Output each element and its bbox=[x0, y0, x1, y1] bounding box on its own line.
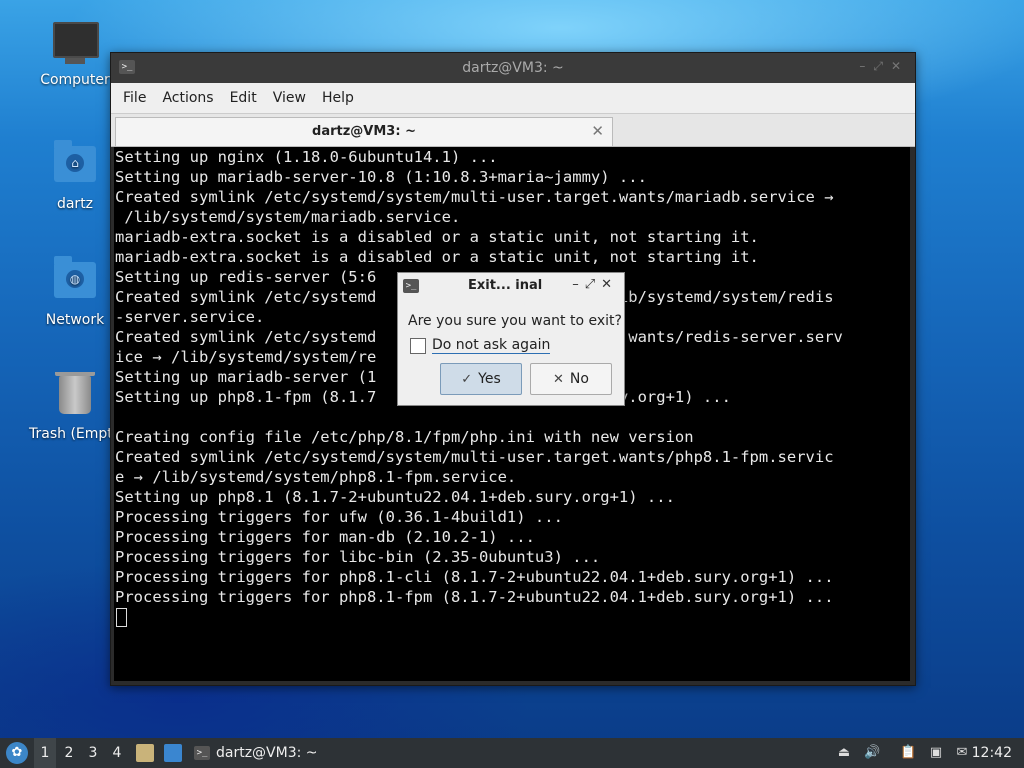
workspace-3[interactable]: 3 bbox=[82, 738, 104, 768]
menu-view[interactable]: View bbox=[265, 90, 314, 106]
terminal-line: Processing triggers for ufw (0.36.1-4bui… bbox=[115, 508, 563, 526]
menu-edit[interactable]: Edit bbox=[222, 90, 265, 106]
exit-dialog: >_ Exit... inal –⤢✕ Are you sure you wan… bbox=[397, 272, 625, 406]
terminal-line: e → /lib/systemd/system/php8.1-fpm.servi… bbox=[115, 468, 517, 486]
do-not-ask-checkbox[interactable]: Do not ask again bbox=[410, 337, 551, 354]
checkbox-box[interactable] bbox=[410, 337, 426, 354]
menu-help[interactable]: Help bbox=[314, 90, 362, 106]
close-icon[interactable]: ✕ bbox=[891, 59, 909, 73]
computer-icon bbox=[53, 22, 99, 66]
no-label: No bbox=[569, 371, 589, 387]
start-menu-icon[interactable]: ✿ bbox=[6, 742, 28, 764]
checkbox-label[interactable]: Do not ask again bbox=[432, 337, 551, 354]
dialog-titlebar[interactable]: >_ Exit... inal –⤢✕ bbox=[398, 273, 624, 299]
text-cursor bbox=[116, 608, 127, 627]
maximize-icon[interactable]: ⤢ bbox=[585, 277, 601, 292]
check-icon: ✓ bbox=[461, 371, 473, 387]
terminal-line: Processing triggers for libc-bin (2.35-0… bbox=[115, 548, 601, 566]
dialog-message: Are you sure you want to exit? bbox=[408, 313, 622, 329]
task-terminal[interactable]: >_ dartz@VM3: ~ bbox=[190, 738, 334, 768]
terminal-line: /lib/systemd/system/mariadb.service. bbox=[115, 208, 461, 226]
minimize-icon[interactable]: – bbox=[859, 59, 873, 73]
home-folder-icon: ⌂ bbox=[53, 140, 97, 190]
trash-icon bbox=[53, 372, 97, 420]
terminal-icon: >_ bbox=[194, 746, 210, 760]
yes-button[interactable]: ✓ Yes bbox=[440, 363, 522, 395]
terminal-line: mariadb-extra.socket is a disabled or a … bbox=[115, 248, 759, 266]
taskbar: ✿ 1 2 3 4 >_ dartz@VM3: ~ ⏏ 🔊 📋 ▣ ✉ 12:42 bbox=[0, 738, 1024, 768]
tab-bar: dartz@VM3: ~ ✕ bbox=[111, 114, 915, 147]
dialog-controls: –⤢✕ bbox=[572, 277, 618, 292]
terminal-output[interactable]: Setting up nginx (1.18.0-6ubuntu14.1) ..… bbox=[114, 147, 910, 681]
tab-label: dartz@VM3: ~ bbox=[312, 124, 416, 139]
clock[interactable]: 12:42 bbox=[972, 738, 1012, 768]
network-icon[interactable]: ▣ bbox=[928, 745, 944, 761]
workspace-1[interactable]: 1 bbox=[34, 738, 56, 768]
notifications-icon[interactable]: ✉ bbox=[954, 745, 970, 761]
terminal-line: Setting up nginx (1.18.0-6ubuntu14.1) ..… bbox=[115, 148, 498, 166]
terminal-icon: >_ bbox=[403, 279, 419, 293]
terminal-line: mariadb-extra.socket is a disabled or a … bbox=[115, 228, 759, 246]
tab-close-icon[interactable]: ✕ bbox=[591, 122, 604, 140]
window-title: dartz@VM3: ~ bbox=[462, 60, 564, 76]
terminal-line: Created symlink /etc/systemd/system/mult… bbox=[115, 448, 834, 466]
show-desktop-icon[interactable] bbox=[164, 744, 182, 762]
dialog-title: Exit... inal bbox=[468, 278, 543, 293]
task-label: dartz@VM3: ~ bbox=[216, 745, 318, 761]
terminal-line: Created symlink /etc/systemd/system/mult… bbox=[115, 188, 834, 206]
terminal-line: Creating config file /etc/php/8.1/fpm/ph… bbox=[115, 428, 694, 446]
menu-actions[interactable]: Actions bbox=[154, 90, 221, 106]
yes-label: Yes bbox=[478, 371, 501, 387]
close-icon[interactable]: ✕ bbox=[601, 277, 618, 292]
volume-icon[interactable]: 🔊 bbox=[864, 745, 880, 761]
x-icon: ✕ bbox=[553, 371, 564, 387]
network-folder-icon: ◍ bbox=[53, 256, 97, 306]
update-icon[interactable]: ⏏ bbox=[836, 745, 852, 761]
terminal-line: Processing triggers for php8.1-fpm (8.1.… bbox=[115, 588, 834, 606]
terminal-line: Setting up php8.1 (8.1.7-2+ubuntu22.04.1… bbox=[115, 488, 675, 506]
window-controls: –⤢✕ bbox=[859, 59, 909, 74]
minimize-icon[interactable]: – bbox=[572, 277, 585, 292]
menu-file[interactable]: File bbox=[115, 90, 154, 106]
file-manager-icon[interactable] bbox=[136, 744, 154, 762]
prompt-line bbox=[114, 607, 910, 627]
maximize-icon[interactable]: ⤢ bbox=[873, 59, 891, 73]
window-titlebar[interactable]: >_ dartz@VM3: ~ –⤢✕ bbox=[111, 53, 915, 83]
no-button[interactable]: ✕ No bbox=[530, 363, 612, 395]
tab-terminal[interactable]: dartz@VM3: ~ ✕ bbox=[115, 117, 613, 146]
terminal-line: Processing triggers for man-db (2.10.2-1… bbox=[115, 528, 535, 546]
clipboard-icon[interactable]: 📋 bbox=[900, 745, 916, 761]
workspace-4[interactable]: 4 bbox=[106, 738, 128, 768]
terminal-line: Setting up mariadb-server-10.8 (1:10.8.3… bbox=[115, 168, 647, 186]
menubar: File Actions Edit View Help bbox=[111, 83, 915, 114]
workspace-2[interactable]: 2 bbox=[58, 738, 80, 768]
terminal-line: Processing triggers for php8.1-cli (8.1.… bbox=[115, 568, 834, 586]
